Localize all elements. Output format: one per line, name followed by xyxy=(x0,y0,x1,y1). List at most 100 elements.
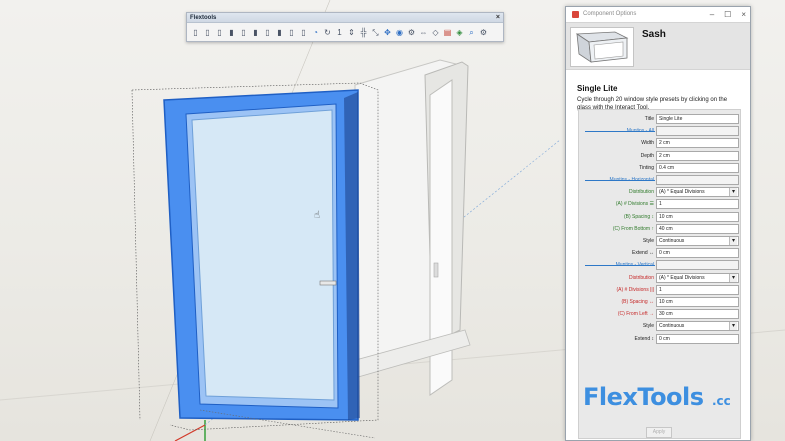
door-tool-3-icon[interactable]: ▯ xyxy=(214,26,225,40)
option-row: Distribution (A) * Equal Divisions xyxy=(579,187,742,198)
flextools-logo-suffix: .cc xyxy=(712,394,731,408)
option-input[interactable]: 0 cm xyxy=(656,248,739,259)
section-divider: Muntins - Vertical xyxy=(579,260,742,271)
toolbar-title[interactable]: Flextools × xyxy=(187,13,503,23)
material-tool-icon[interactable]: ◈ xyxy=(454,26,465,40)
option-label: Style xyxy=(642,238,654,244)
option-row: Depth 2 cm xyxy=(579,150,742,162)
option-label: Depth xyxy=(640,152,654,159)
option-input[interactable]: 10 cm xyxy=(656,297,739,307)
section-placeholder xyxy=(656,175,739,185)
section-divider: Muntins - All xyxy=(579,126,742,137)
option-label: Extend ↕ xyxy=(634,335,654,342)
option-row: Style Continuous xyxy=(579,236,742,247)
door-tool-1-icon[interactable]: ▯ xyxy=(190,26,201,40)
option-row: (C) From Left → 30 cm xyxy=(579,309,742,320)
component-options-dialog: Component Options – ☐ × Sash Single Lite… xyxy=(565,6,751,441)
door-tool-4-icon[interactable]: ▮ xyxy=(226,26,237,40)
option-label: (A) # Divisions ☰ xyxy=(615,201,654,208)
option-row: (B) Spacing ↕ 10 cm xyxy=(579,211,742,223)
toolbar-icon-row: ▯ ▯ ▯ ▮ ▯ ▮ ▯ ▮ ▯ ▯ ◔ ↻ 1 ⇕ ╬ ⤡ ✥ ◉ ⚙ ⇔ ◇ ▤ ◈ ⌕ ⚙ xyxy=(187,23,503,42)
paint-tool-icon[interactable]: ▤ xyxy=(442,26,453,40)
preset-title: Single Lite xyxy=(577,84,618,93)
option-row: Width 2 cm xyxy=(579,138,742,149)
section-divider: Muntins - Horizontal xyxy=(579,175,742,186)
option-label: (A) # Divisions ||| xyxy=(616,286,654,293)
option-label: Width xyxy=(641,140,654,147)
option-label: (B) Spacing ↕ xyxy=(623,213,654,220)
compass-tool-icon[interactable]: ◉ xyxy=(394,26,405,40)
component-name: Sash xyxy=(642,29,666,40)
dialog-titlebar[interactable]: Component Options – ☐ × xyxy=(566,7,750,22)
option-label: Distribution xyxy=(628,274,654,281)
section-label: Muntins - Horizontal xyxy=(609,177,654,183)
option-input[interactable]: 2 cm xyxy=(656,150,739,161)
window-tool-3-icon[interactable]: ▯ xyxy=(262,26,273,40)
rotate-tool-icon[interactable]: ↻ xyxy=(322,26,333,40)
sash-handle xyxy=(319,280,337,286)
move-tool-icon[interactable]: ✥ xyxy=(382,26,393,40)
option-row: (A) # Divisions ||| 1 xyxy=(579,284,742,296)
window-tool-5-icon[interactable]: ▯ xyxy=(286,26,297,40)
option-row: Extend ↕ 0 cm xyxy=(579,333,742,345)
magnify-tool-icon[interactable]: ⌕ xyxy=(466,26,477,40)
door-tool-2-icon[interactable]: ▯ xyxy=(202,26,213,40)
option-label: Distribution xyxy=(628,189,654,196)
section-tool-icon[interactable]: ⚙ xyxy=(406,26,417,40)
apply-button[interactable]: Apply xyxy=(646,427,672,438)
flextools-toolbar: Flextools × ▯ ▯ ▯ ▮ ▯ ▮ ▯ ▮ ▯ ▯ ◔ ↻ 1 ⇕ ╬ ⤡ ✥ ◉ ⚙ ⇔ ◇ ▤ ◈ ⌕ ⚙ xyxy=(186,12,504,42)
window-tool-4-icon[interactable]: ▮ xyxy=(274,26,285,40)
sketchup-app-icon xyxy=(572,11,579,18)
component-header: Sash xyxy=(566,22,750,70)
option-input[interactable]: 40 cm xyxy=(656,223,739,234)
option-row: Style Continuous xyxy=(579,321,742,332)
option-row: (B) Spacing ↔ 10 cm xyxy=(579,297,742,308)
flextools-logo: FlexTools xyxy=(583,383,704,411)
option-row: Extend ↔ 0 cm xyxy=(579,248,742,259)
stair-tool-icon[interactable]: ◔ xyxy=(310,26,321,40)
close-icon[interactable]: × xyxy=(741,7,746,22)
interact-cursor-icon: ☝ xyxy=(314,210,320,221)
option-input[interactable]: 1 xyxy=(656,199,739,210)
number-tool-icon[interactable]: 1 xyxy=(334,26,345,40)
option-row: Distribution (A) * Equal Divisions xyxy=(579,272,742,284)
option-input[interactable]: Single Lite xyxy=(656,114,739,124)
option-dropdown[interactable]: (A) * Equal Divisions xyxy=(656,187,739,198)
door-handle xyxy=(433,262,439,278)
window-tool-1-icon[interactable]: ▯ xyxy=(238,26,249,40)
option-label: (B) Spacing ↔ xyxy=(621,299,654,305)
option-dropdown[interactable]: (A) * Equal Divisions xyxy=(656,272,739,283)
option-input[interactable]: 10 cm xyxy=(656,211,739,222)
option-row: Tinting 0.4 cm xyxy=(579,162,742,174)
option-input[interactable]: 2 cm xyxy=(656,138,739,149)
scale-tool-icon[interactable]: ⤡ xyxy=(370,26,381,40)
settings-tool-icon[interactable]: ⚙ xyxy=(478,26,489,40)
mirror-tool-icon[interactable]: ⇔ xyxy=(418,26,429,40)
window-tool-2-icon[interactable]: ▮ xyxy=(250,26,261,40)
section-label: Muntins - All xyxy=(626,128,654,135)
window-tool-6-icon[interactable]: ▯ xyxy=(298,26,309,40)
toolbar-close-icon[interactable]: × xyxy=(496,13,500,23)
dialog-title: Component Options xyxy=(583,11,637,17)
red-axis xyxy=(174,424,206,441)
option-input[interactable]: 0.4 cm xyxy=(656,162,739,173)
dimension-tool-icon[interactable]: ⇕ xyxy=(346,26,357,40)
option-label: Style xyxy=(642,323,654,330)
option-input[interactable]: 30 cm xyxy=(656,309,739,320)
minimize-icon[interactable]: – xyxy=(710,7,714,22)
toolbar-title-text: Flextools xyxy=(190,15,217,21)
option-dropdown[interactable]: Continuous xyxy=(656,321,739,332)
option-label: Title xyxy=(644,116,654,122)
option-row: Title Single Lite xyxy=(579,114,742,125)
maximize-icon[interactable]: ☐ xyxy=(724,7,731,22)
option-label: Tinting xyxy=(639,164,654,171)
glass-pane xyxy=(191,109,335,401)
section-label: Muntins - Vertical xyxy=(615,262,654,269)
option-input[interactable]: 1 xyxy=(656,284,739,295)
option-dropdown[interactable]: Continuous xyxy=(656,236,739,246)
align-tool-icon[interactable]: ╬ xyxy=(358,26,369,40)
option-input[interactable]: 0 cm xyxy=(656,333,739,344)
section-placeholder xyxy=(656,126,739,137)
section-placeholder xyxy=(656,260,739,271)
flip-tool-icon[interactable]: ◇ xyxy=(430,26,441,40)
